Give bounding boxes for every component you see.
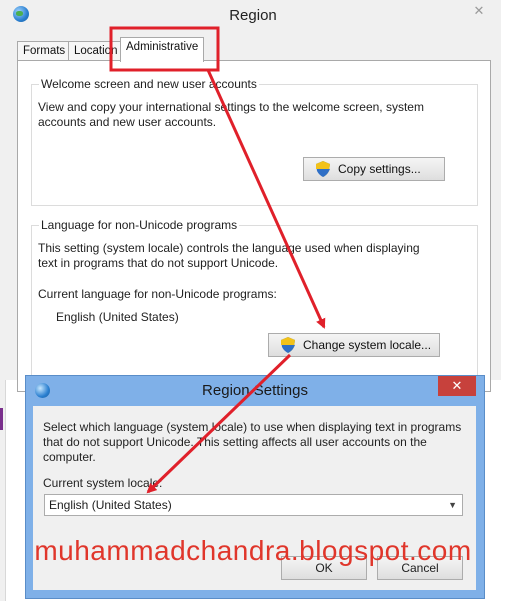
close-button[interactable]: ✕: [467, 2, 491, 20]
welcome-text-line2: accounts and new user accounts.: [38, 115, 217, 129]
dropdown-arrow-icon: ▼: [448, 500, 457, 510]
selected-locale: English (United States): [49, 498, 172, 512]
dialog-text-line1: Select which language (system locale) to…: [43, 420, 462, 434]
dialog-close-button[interactable]: ✕: [438, 376, 476, 396]
copy-settings-button[interactable]: Copy settings...: [303, 157, 445, 181]
copy-settings-label: Copy settings...: [338, 162, 421, 176]
background-window-accent: [0, 408, 3, 430]
change-system-locale-button[interactable]: Change system locale...: [268, 333, 440, 357]
current-system-locale-label: Current system locale:: [43, 476, 163, 490]
administrative-panel: Welcome screen and new user accounts Vie…: [17, 60, 491, 392]
welcome-text-line1: View and copy your international setting…: [38, 100, 424, 114]
system-locale-select[interactable]: English (United States) ▼: [44, 494, 463, 516]
welcome-group-title: Welcome screen and new user accounts: [39, 77, 259, 91]
dialog-title: Region Settings: [202, 382, 308, 399]
tab-formats[interactable]: Formats: [17, 41, 72, 61]
non-unicode-group: Language for non-Unicode programs This s…: [31, 218, 478, 387]
dialog-text-line3: computer.: [43, 450, 96, 464]
tab-location[interactable]: Location: [68, 41, 124, 61]
tab-administrative[interactable]: Administrative: [120, 37, 205, 62]
change-system-locale-label: Change system locale...: [303, 338, 432, 352]
non-unicode-text-line1: This setting (system locale) controls th…: [38, 241, 420, 255]
region-window: Region ✕ Formats Location Administrative…: [5, 0, 501, 392]
uac-shield-icon: [281, 337, 295, 353]
window-title: Region: [229, 7, 277, 24]
welcome-group: Welcome screen and new user accounts Vie…: [31, 77, 478, 206]
uac-shield-icon: [316, 161, 330, 177]
title-bar: Region ✕: [5, 0, 501, 30]
dialog-text-line2: that do not support Unicode. This settin…: [43, 435, 427, 449]
blog-watermark: muhammadchandra.blogspot.com: [34, 535, 472, 566]
current-language-value: English (United States): [56, 310, 179, 324]
non-unicode-group-title: Language for non-Unicode programs: [39, 218, 240, 232]
current-language-label: Current language for non-Unicode program…: [38, 287, 277, 301]
non-unicode-text-line2: text in programs that do not support Uni…: [38, 256, 279, 270]
